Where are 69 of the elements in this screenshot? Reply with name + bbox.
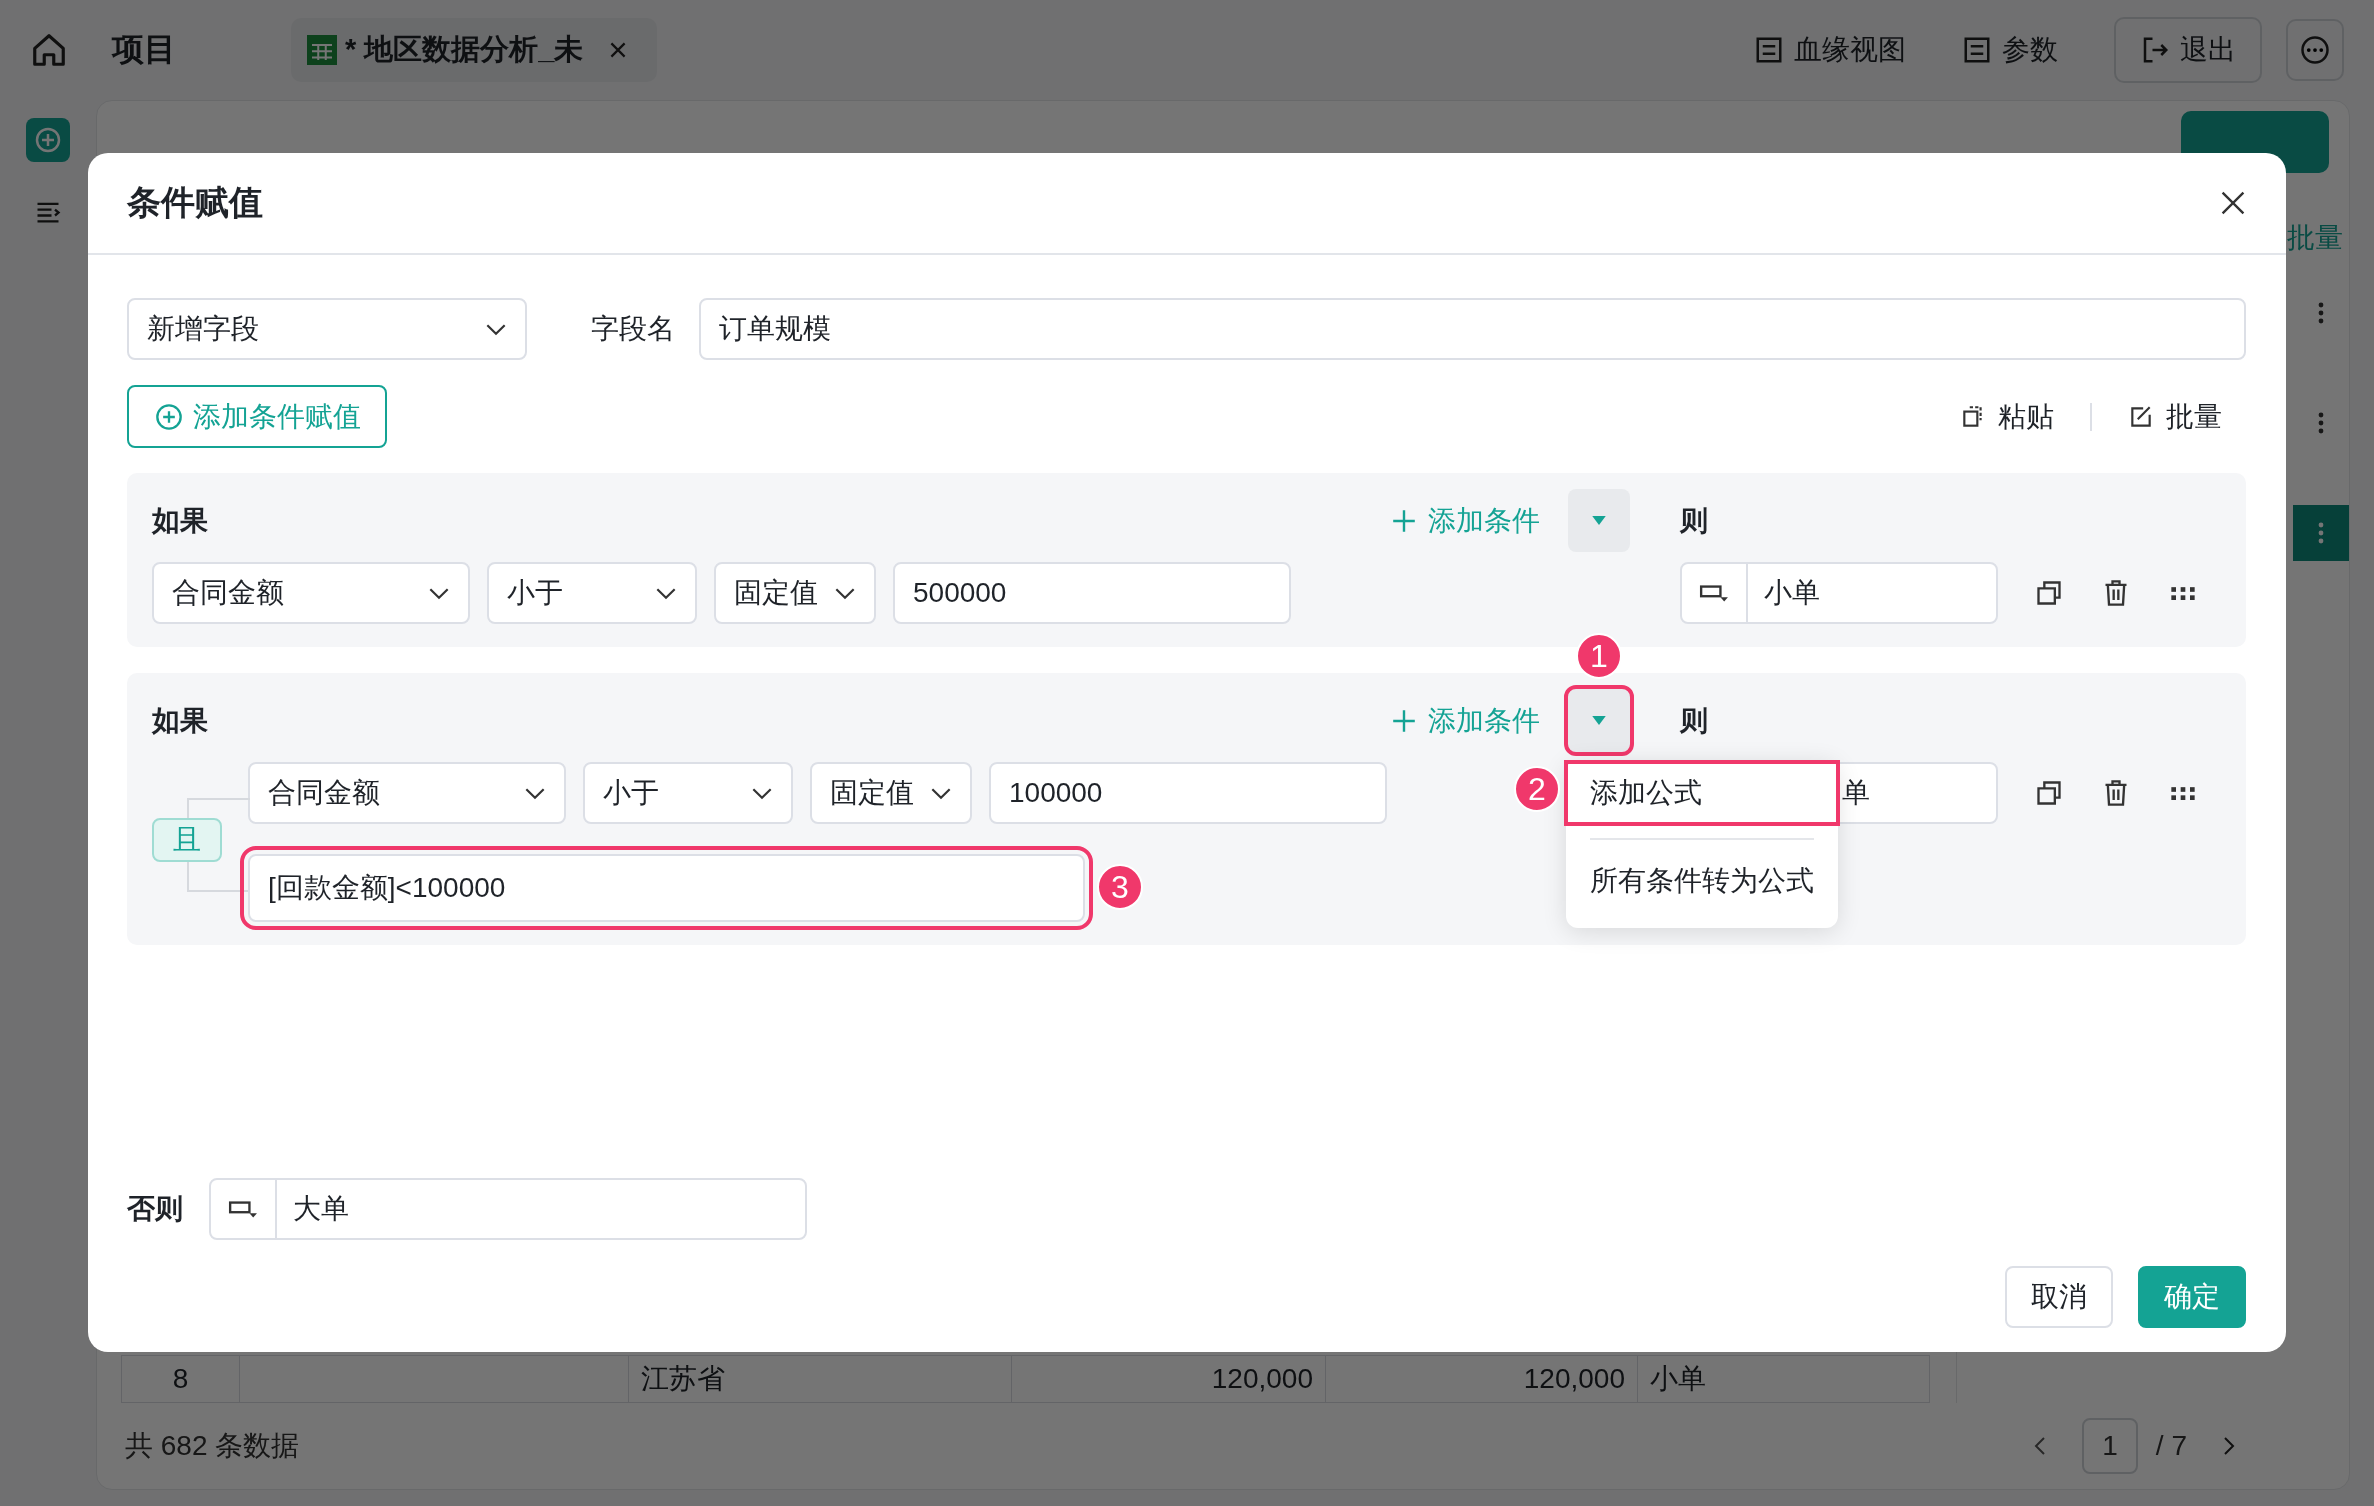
tab-title: * 地区数据分析_未 [345, 32, 584, 67]
more-icon [2318, 521, 2324, 545]
header-link[interactable]: 血缘视图 [1754, 31, 1906, 69]
file-tab[interactable]: * 地区数据分析_未 [291, 18, 658, 82]
cancel-button[interactable]: 取消 [2005, 1266, 2113, 1328]
chevron-down-icon [485, 322, 507, 336]
then-label: 则 [1680, 703, 1708, 738]
value-type-select[interactable]: 固定值 [810, 762, 972, 824]
step-badge: 1 [1576, 633, 1622, 679]
field-select[interactable]: 合同金额 [152, 562, 470, 624]
field-mode-select[interactable]: 新增字段 [127, 298, 527, 360]
text-type-icon [228, 1198, 258, 1220]
batch-button[interactable]: 批量 [2128, 397, 2222, 436]
step-badge: 2 [1514, 766, 1560, 812]
plus-icon [1392, 508, 1416, 533]
chevron-down-icon [428, 586, 450, 600]
chevron-down-icon [655, 586, 677, 600]
if-label: 如果 [152, 703, 208, 738]
operator-select[interactable]: 小于 [583, 762, 793, 824]
page-field[interactable]: 1 [2082, 1418, 2138, 1474]
table-cell: 120,000 [1326, 1356, 1638, 1402]
caret-icon [1592, 516, 1606, 525]
table-cell-text: 小单 [1649, 1362, 1707, 1396]
plus-circle-icon [155, 402, 183, 431]
table-cell: 8 [122, 1356, 240, 1402]
result-field[interactable]: 小单 [1680, 562, 1998, 624]
more-button[interactable] [2286, 19, 2344, 81]
value-field[interactable]: 100000 [989, 762, 1387, 824]
next-page-icon[interactable] [2223, 1436, 2235, 1456]
chevron-down-icon [930, 786, 952, 800]
table-cell: 江苏省 [629, 1356, 1012, 1402]
copy-icon[interactable] [2035, 779, 2063, 807]
list-icon [1962, 35, 1992, 65]
value-type-select[interactable]: 固定值 [714, 562, 876, 624]
field-name-label: 字段名 [591, 312, 675, 346]
panel-title: 批量 [2287, 221, 2343, 255]
text-type-icon [1699, 582, 1729, 604]
value-field[interactable]: 500000 [893, 562, 1291, 624]
home-icon[interactable] [30, 31, 68, 69]
chevron-down-icon [751, 786, 773, 800]
else-field[interactable]: 大单 [209, 1178, 807, 1240]
else-label: 否则 [127, 1192, 183, 1226]
field-name-input[interactable]: 订单规模 [699, 298, 2246, 360]
operator-select[interactable]: 小于 [487, 562, 697, 624]
chevron-down-icon [834, 586, 856, 600]
field-select[interactable]: 合同金额 [248, 762, 566, 824]
more-icon [2318, 301, 2324, 325]
page-count: / 7 [2155, 1430, 2187, 1462]
record-count: 共 682 条数据 [125, 1429, 300, 1463]
previous-page-icon[interactable] [2034, 1436, 2047, 1456]
menu-item[interactable]: 所有条件转为公式 [1566, 850, 1838, 912]
table-cell: 120,000 [1012, 1356, 1326, 1402]
dialog-title: 条件赋值 [127, 182, 263, 223]
project-title: 项目 [112, 30, 176, 69]
more-icon [2300, 35, 2330, 65]
paste-button[interactable]: 粘贴 [1960, 397, 2054, 436]
if-label: 如果 [152, 503, 208, 538]
header-link[interactable]: 参数 [1962, 31, 2058, 69]
chevron-down-icon [524, 786, 546, 800]
then-label: 则 [1680, 503, 1708, 538]
spreadsheet-icon [307, 35, 337, 65]
copy-icon[interactable] [2035, 579, 2063, 607]
exit-button[interactable]: 退出 [2114, 17, 2262, 83]
add-icon[interactable] [26, 118, 70, 162]
step-badge: 3 [1097, 864, 1143, 910]
plus-icon [1392, 708, 1416, 733]
more-icon [2318, 411, 2324, 435]
caret-icon [1592, 716, 1606, 725]
close-icon[interactable] [2220, 190, 2246, 216]
